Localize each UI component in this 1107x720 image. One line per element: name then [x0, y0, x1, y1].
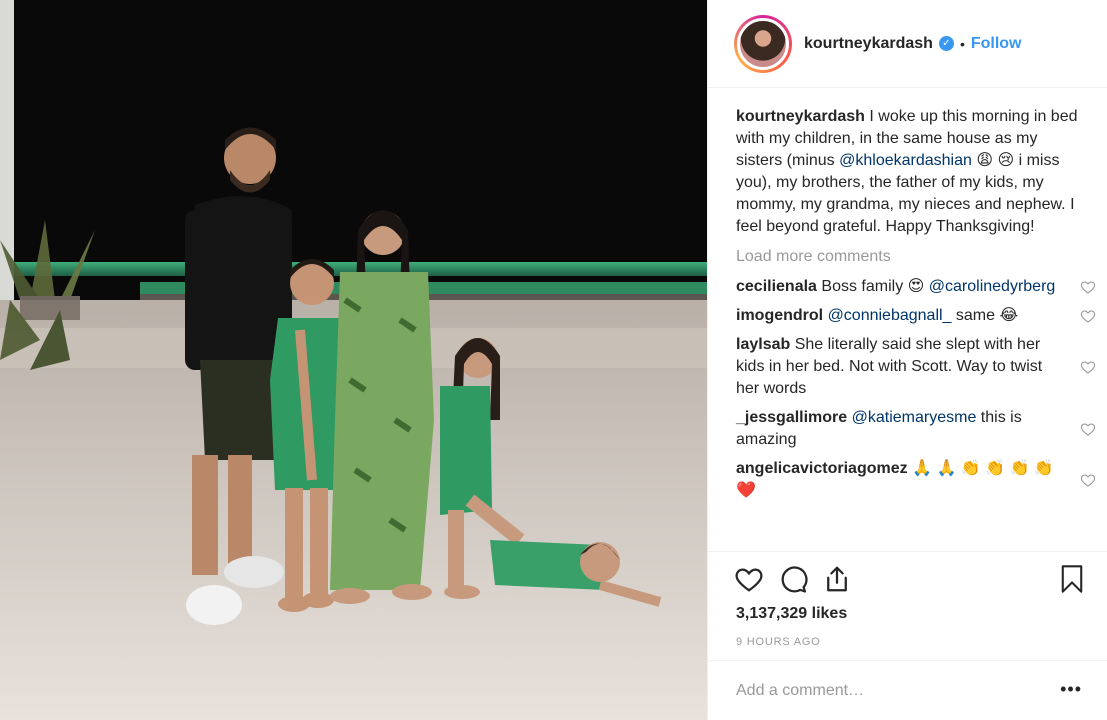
comment-like-heart-icon[interactable] — [1080, 359, 1096, 375]
comment-mention[interactable]: @conniebagnall_ — [828, 307, 952, 324]
post-side-panel: kourtneykardash ✓ • Follow kourtneykarda… — [707, 0, 1107, 720]
avatar[interactable] — [737, 17, 789, 70]
load-more-comments-button[interactable]: Load more comments — [736, 246, 1086, 268]
comment-mention[interactable]: @carolinedyrberg — [929, 278, 1056, 295]
caption-username[interactable]: kourtneykardash — [736, 108, 865, 125]
comment-username[interactable]: laylsab — [736, 336, 790, 353]
comment-item: imogendrol @conniebagnall_ same 😂 — [736, 305, 1096, 327]
post-timestamp[interactable]: 9 HOURS AGO — [736, 636, 821, 648]
comment-item: cecilienala Boss family 😍 @carolinedyrbe… — [736, 276, 1096, 298]
comment-item: angelicavictoriagomez 🙏 🙏 👏 👏 👏 👏 ❤️ — [736, 458, 1096, 502]
verified-badge-icon: ✓ — [938, 36, 954, 51]
story-ring[interactable] — [734, 14, 792, 73]
comment-username[interactable]: _jessgallimore — [736, 409, 847, 426]
comment-username[interactable]: cecilienala — [736, 278, 817, 295]
comment-like-heart-icon[interactable] — [1080, 279, 1096, 295]
comment-like-heart-icon[interactable] — [1080, 421, 1096, 437]
comment-like-heart-icon[interactable] — [1080, 308, 1096, 324]
post-header: kourtneykardash ✓ • Follow — [708, 0, 1107, 88]
caption-emoji: 😩 😢 — [971, 152, 1019, 169]
post-photo[interactable] — [0, 0, 707, 720]
share-icon[interactable] — [822, 564, 852, 594]
comment-text: Boss family 😍 — [816, 278, 929, 295]
more-options-icon[interactable]: ••• — [1060, 680, 1082, 698]
heart-icon[interactable] — [734, 564, 764, 594]
caption-mention[interactable]: @khloekardashian — [839, 152, 972, 169]
add-comment-input[interactable] — [736, 681, 1036, 700]
comment-like-heart-icon[interactable] — [1080, 472, 1096, 488]
comment-mention[interactable]: @katiemaryesme — [852, 409, 977, 426]
header-username[interactable]: kourtneykardash — [804, 35, 933, 53]
likes-count[interactable]: 3,137,329 likes — [736, 605, 847, 623]
post-caption: kourtneykardash I woke up this morning i… — [736, 106, 1086, 238]
comment-bubble-icon[interactable] — [778, 564, 808, 594]
action-icons — [734, 564, 852, 594]
bookmark-icon[interactable] — [1058, 564, 1086, 594]
comment-username[interactable]: imogendrol — [736, 307, 823, 324]
add-comment-bar: ••• — [708, 660, 1107, 720]
comment-username[interactable]: angelicavictoriagomez — [736, 460, 908, 477]
post-actions: 3,137,329 likes 9 HOURS AGO — [708, 551, 1107, 648]
family-photo-illustration — [0, 0, 707, 720]
comment-item: _jessgallimore @katiemaryesme this is am… — [736, 407, 1096, 451]
separator-dot: • — [959, 35, 965, 52]
comments-section: kourtneykardash I woke up this morning i… — [736, 106, 1096, 509]
comment-item: laylsab She literally said she slept wit… — [736, 334, 1096, 400]
follow-button[interactable]: Follow — [971, 35, 1022, 53]
comment-text-tail: same 😂 — [951, 307, 1019, 324]
